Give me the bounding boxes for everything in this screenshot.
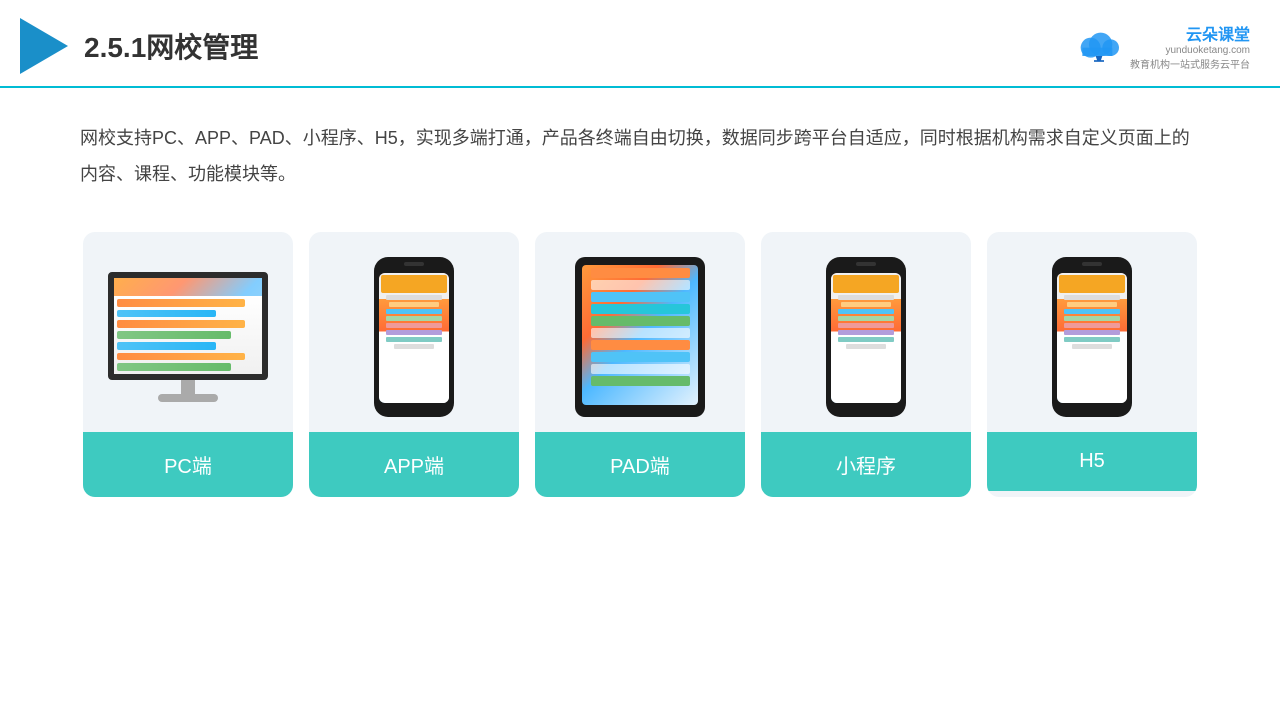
header-right: 云朵课堂 yunduoketang.com 教育机构一站式服务云平台 <box>1074 21 1250 71</box>
page-title: 2.5.1网校管理 <box>84 26 258 66</box>
device-card-h5: H5 <box>987 232 1197 497</box>
brand-info: 云朵课堂 yunduoketang.com 教育机构一站式服务云平台 <box>1130 21 1250 71</box>
brand-name: 云朵课堂 <box>1186 21 1250 45</box>
miniprogram-phone-icon <box>826 257 906 417</box>
device-card-miniprogram: 小程序 <box>761 232 971 497</box>
device-card-pad: PAD端 <box>535 232 745 497</box>
device-card-pc: PC端 <box>83 232 293 497</box>
brand-url: yunduoketang.com <box>1165 45 1250 56</box>
device-card-app: APP端 <box>309 232 519 497</box>
cloud-logo: 云朵课堂 yunduoketang.com 教育机构一站式服务云平台 <box>1074 21 1250 71</box>
logo-icon <box>20 18 68 74</box>
pc-image-area <box>83 232 293 432</box>
pc-label: PC端 <box>83 432 293 497</box>
pad-label: PAD端 <box>535 432 745 497</box>
description-paragraph: 网校支持PC、APP、PAD、小程序、H5，实现多端打通，产品各终端自由切换，数… <box>80 120 1200 192</box>
pad-tablet-icon <box>575 257 705 417</box>
app-label: APP端 <box>309 432 519 497</box>
h5-phone-icon <box>1052 257 1132 417</box>
brand-slogan: 教育机构一站式服务云平台 <box>1130 56 1250 71</box>
app-image-area <box>309 232 519 432</box>
miniprogram-label: 小程序 <box>761 432 971 497</box>
h5-image-area <box>987 232 1197 432</box>
pc-monitor-icon <box>108 272 268 402</box>
pad-image-area <box>535 232 745 432</box>
cloud-brand-icon <box>1074 28 1124 64</box>
description-text: 网校支持PC、APP、PAD、小程序、H5，实现多端打通，产品各终端自由切换，数… <box>0 88 1280 212</box>
header-left: 2.5.1网校管理 <box>20 18 258 74</box>
miniprogram-image-area <box>761 232 971 432</box>
header: 2.5.1网校管理 云朵课堂 yunduoketang.com 教育机构一站式服… <box>0 0 1280 88</box>
h5-label: H5 <box>987 432 1197 491</box>
app-phone-icon <box>374 257 454 417</box>
device-cards-container: PC端 A <box>0 212 1280 527</box>
